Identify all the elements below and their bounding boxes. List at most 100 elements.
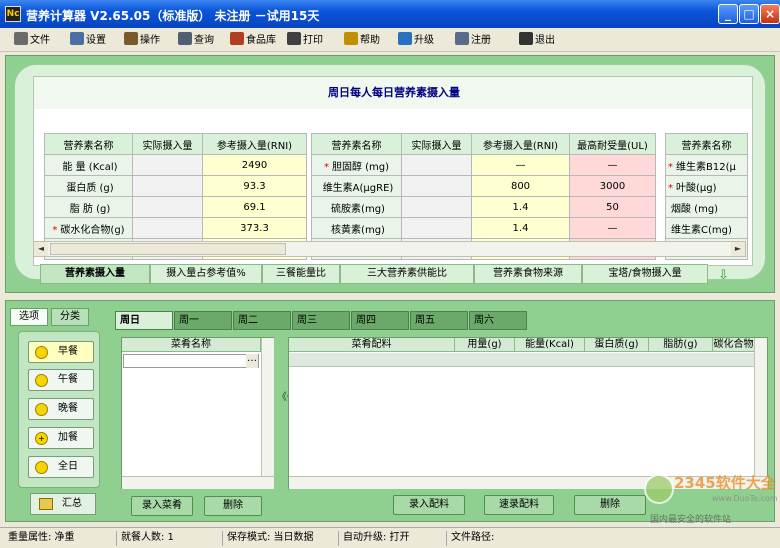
menu-file[interactable]: 文件 bbox=[14, 32, 50, 48]
view-tab[interactable]: 三大营养素供能比 bbox=[340, 264, 474, 284]
ingredient-column-header: 脂肪(g) bbox=[649, 338, 713, 352]
column-header: 营养素名称 bbox=[665, 133, 748, 155]
day-tab[interactable]: 周六 bbox=[469, 311, 527, 330]
menu-settings[interactable]: 设置 bbox=[70, 32, 106, 48]
day-tab[interactable]: 周三 bbox=[292, 311, 350, 330]
rni-cell: 2490 bbox=[202, 154, 307, 176]
clock-icon bbox=[35, 346, 48, 359]
actual-intake-cell[interactable] bbox=[401, 175, 472, 197]
nutrient-row: * 碳水化合物(g) 373.3 核黄素(mg) 1.4— 维生素C(mg) bbox=[44, 217, 748, 239]
exit-icon bbox=[519, 32, 533, 45]
quick-ingredient-button[interactable]: 速录配料 bbox=[484, 495, 554, 515]
nutrient-name-cell: * 维生素B12(μ bbox=[665, 154, 748, 176]
nutrient-name-cell: 能 量 (Kcal) bbox=[44, 154, 133, 176]
ingredient-vertical-scrollbar[interactable] bbox=[754, 338, 767, 476]
required-marker: * bbox=[52, 224, 58, 236]
globe-icon bbox=[398, 32, 412, 45]
required-marker: * bbox=[668, 161, 673, 173]
scroll-right-arrow-icon[interactable]: ► bbox=[731, 242, 745, 256]
rni-cell: 373.3 bbox=[202, 217, 307, 239]
status-field: 就餐人数: 1 bbox=[116, 531, 222, 546]
menu-search[interactable]: 查询 bbox=[178, 32, 214, 48]
add-dish-button[interactable]: 录入菜肴 bbox=[131, 496, 193, 516]
menu-bar: 文件 设置 操作 查询 食品库 打印 帮助 升级 注册 退出 bbox=[0, 28, 780, 52]
ingredient-grid: 菜肴配料 用量(g) 能量(Kcal) 蛋白质(g) 脂肪(g) 碳化合物 bbox=[288, 337, 768, 489]
minimize-button[interactable]: _ bbox=[718, 4, 738, 24]
actual-intake-cell[interactable] bbox=[132, 154, 203, 176]
site-watermark: 2345软件大全 www.DuoTe.com 国内最安全的软件站 bbox=[640, 470, 780, 528]
view-tab[interactable]: 摄入量占参考值% bbox=[150, 264, 262, 284]
maximize-button[interactable]: □ bbox=[739, 4, 759, 24]
day-tab[interactable]: 周四 bbox=[351, 311, 409, 330]
actual-intake-cell[interactable] bbox=[401, 196, 472, 218]
rni-cell: 1.4 bbox=[471, 196, 570, 218]
nutrient-name: 烟酸 (mg) bbox=[671, 203, 719, 215]
meal-lunch[interactable]: 午餐 bbox=[28, 369, 94, 391]
actual-intake-cell[interactable] bbox=[132, 175, 203, 197]
nutrient-name-cell: 烟酸 (mg) bbox=[665, 196, 748, 218]
view-tab[interactable]: 三餐能量比 bbox=[262, 264, 340, 284]
day-tab[interactable]: 周二 bbox=[233, 311, 291, 330]
meal-label: 早餐 bbox=[58, 346, 78, 357]
scroll-left-arrow-icon[interactable]: ◄ bbox=[34, 242, 48, 256]
close-button[interactable]: × bbox=[760, 4, 780, 24]
menu-register[interactable]: 注册 bbox=[455, 32, 491, 48]
menu-label: 升级 bbox=[414, 35, 434, 46]
scrollbar-thumb[interactable] bbox=[50, 243, 286, 255]
nutrient-name: 蛋白质 (g) bbox=[66, 182, 114, 194]
dish-lookup-button[interactable]: … bbox=[246, 354, 258, 368]
title-bar[interactable]: Nc 营养计算器 V2.65.05（标准版） 未注册 －试用15天 _ □ × bbox=[0, 0, 780, 28]
menu-label: 设置 bbox=[86, 35, 106, 46]
summary-label: 汇总 bbox=[62, 498, 82, 509]
delete-dish-button[interactable]: 删除 bbox=[204, 496, 262, 516]
dish-name-input[interactable] bbox=[123, 354, 259, 368]
actual-intake-cell[interactable] bbox=[132, 217, 203, 239]
menu-exit[interactable]: 退出 bbox=[519, 32, 555, 48]
menu-chart[interactable]: 操作 bbox=[124, 32, 160, 48]
nutrient-name: 叶酸(μg) bbox=[676, 182, 717, 194]
actual-intake-cell[interactable] bbox=[401, 154, 472, 176]
nutrient-table-scrollbar[interactable]: ◄ ► bbox=[33, 241, 746, 257]
actual-intake-cell[interactable] bbox=[401, 217, 472, 239]
panel-splitter-arrows-icon[interactable]: 《《 bbox=[277, 393, 292, 427]
meal-breakfast[interactable]: 早餐 bbox=[28, 341, 94, 363]
main-window: Nc 营养计算器 V2.65.05（标准版） 未注册 －试用15天 _ □ × … bbox=[0, 0, 780, 548]
column-separator bbox=[655, 154, 666, 176]
watermark-brand: 2345软件大全 bbox=[674, 474, 776, 492]
tab-options[interactable]: 选项 bbox=[10, 308, 48, 326]
meal-snack[interactable]: + 加餐 bbox=[28, 427, 94, 449]
nutrient-name-cell: * 碳水化合物(g) bbox=[44, 217, 133, 239]
sun-icon bbox=[35, 461, 48, 474]
day-tab[interactable]: 周日 bbox=[115, 311, 173, 330]
view-tab[interactable]: 营养素摄入量 bbox=[40, 264, 150, 284]
add-ingredient-button[interactable]: 录入配料 bbox=[393, 495, 465, 515]
menu-label: 操作 bbox=[140, 35, 160, 46]
menu-printer[interactable]: 打印 bbox=[287, 32, 323, 48]
dish-grid: 菜肴名称 … bbox=[121, 337, 274, 489]
house-icon bbox=[230, 32, 244, 45]
meal-all-day[interactable]: 全日 bbox=[28, 456, 94, 478]
day-tab[interactable]: 周一 bbox=[174, 311, 232, 330]
printer-icon bbox=[287, 32, 301, 45]
watermark-url: www.DuoTe.com bbox=[712, 494, 778, 503]
nutrient-name-cell: 蛋白质 (g) bbox=[44, 175, 133, 197]
ingredient-grid-empty-row[interactable] bbox=[289, 353, 755, 367]
view-tab[interactable]: 营养素食物来源 bbox=[474, 264, 582, 284]
dish-vertical-scrollbar[interactable] bbox=[261, 338, 274, 476]
summary-button[interactable]: 汇总 bbox=[30, 493, 96, 515]
meal-dinner[interactable]: 晚餐 bbox=[28, 398, 94, 420]
day-tab[interactable]: 周五 bbox=[410, 311, 468, 330]
view-tab[interactable]: 宝塔/食物摄入量 bbox=[582, 264, 708, 284]
tab-categories[interactable]: 分类 bbox=[51, 308, 89, 326]
menu-globe[interactable]: 升级 bbox=[398, 32, 434, 48]
dish-horizontal-scrollbar[interactable] bbox=[122, 476, 274, 489]
menu-house[interactable]: 食品库 bbox=[230, 32, 276, 48]
actual-intake-cell[interactable] bbox=[132, 196, 203, 218]
nutrient-row: 能 量 (Kcal) 2490 * 胆固醇 (mg) — — * 维生素B12(μ bbox=[44, 154, 748, 176]
column-separator bbox=[655, 175, 666, 197]
ingredient-column-header: 用量(g) bbox=[455, 338, 515, 352]
delete-ingredient-button[interactable]: 删除 bbox=[574, 495, 646, 515]
menu-help[interactable]: 帮助 bbox=[344, 32, 380, 48]
menu-label: 食品库 bbox=[246, 35, 276, 46]
down-arrow-icon[interactable]: ⇩ bbox=[718, 269, 730, 283]
